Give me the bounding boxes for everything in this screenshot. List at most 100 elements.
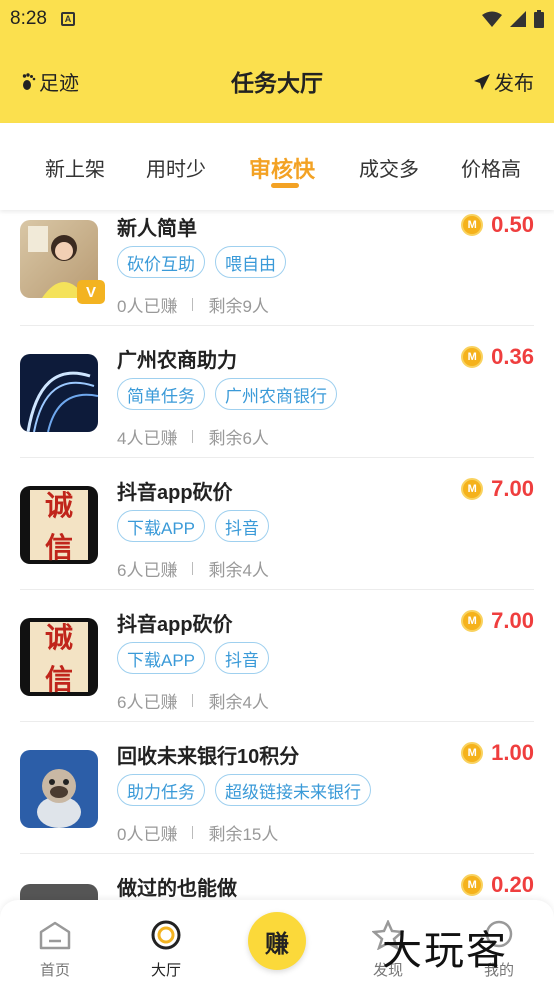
earn-button[interactable]: 赚: [248, 912, 306, 970]
earned-count: 0人已赚: [117, 297, 178, 316]
coin-icon: M: [461, 874, 484, 896]
task-title: 做过的也能做: [117, 878, 237, 900]
task-item[interactable]: 回收未来银行10积分 助力任务 超级链接未来银行 0人已赚 剩余15人 M 1.…: [0, 722, 554, 854]
task-tag: 简单任务: [117, 378, 205, 410]
tab-high-price[interactable]: 价格高: [461, 153, 521, 182]
task-tags: 砍价互助 喂自由: [117, 246, 286, 278]
tab-less-time[interactable]: 用时少: [146, 153, 206, 182]
tab-fast-review[interactable]: 审核快: [249, 152, 315, 184]
watermark-logo: 大玩客: [382, 928, 508, 974]
task-price: M 7.00: [461, 608, 534, 634]
target-icon: [151, 920, 181, 950]
remaining-count: 剩余4人: [208, 693, 269, 712]
meta-divider: [192, 430, 194, 443]
remaining-count: 剩余15人: [208, 825, 279, 844]
battery-icon: [534, 10, 544, 28]
earned-count: 6人已赚: [117, 561, 178, 580]
nav-label: 大厅: [150, 962, 181, 979]
task-price: M 7.00: [461, 476, 534, 502]
remaining-count: 剩余9人: [208, 297, 269, 316]
coin-icon: M: [461, 610, 484, 632]
task-item[interactable]: 做过的也能做 M 0.20: [0, 854, 554, 900]
coin-icon: M: [461, 478, 484, 500]
tab-most-deals[interactable]: 成交多: [359, 153, 419, 182]
coin-icon: M: [461, 346, 484, 368]
task-tag: 下载APP: [117, 510, 206, 542]
task-price: M 0.20: [461, 872, 534, 898]
seal-char: 信: [44, 663, 73, 696]
price-value: 0.20: [491, 872, 534, 897]
task-meta: 0人已赚 剩余9人: [117, 292, 269, 317]
price-value: 7.00: [491, 476, 534, 501]
task-thumbnail: 诚 信: [20, 618, 98, 696]
coin-icon: M: [461, 742, 484, 764]
publish-label: 发布: [494, 73, 534, 95]
task-thumbnail: [20, 750, 98, 828]
price-value: 0.50: [491, 212, 534, 237]
coin-icon: M: [461, 214, 484, 236]
task-tags: 助力任务 超级链接未来银行: [117, 774, 371, 806]
task-tags: 下载APP 抖音: [117, 510, 270, 542]
signal-icon: [510, 11, 526, 27]
task-item[interactable]: V 新人简单 砍价互助 喂自由 0人已赚 剩余9人 M 0.50: [0, 210, 554, 326]
page-title: 任务大厅: [231, 70, 323, 96]
task-list: V 新人简单 砍价互助 喂自由 0人已赚 剩余9人 M 0.50 广州农商助力 …: [0, 210, 554, 900]
task-item[interactable]: 广州农商助力 简单任务 广州农商银行 4人已赚 剩余6人 M 0.36: [0, 326, 554, 458]
task-title: 广州农商助力: [117, 350, 237, 372]
task-meta: 4人已赚 剩余6人: [117, 424, 269, 449]
wifi-icon: [482, 11, 502, 27]
task-tag: 抖音: [215, 642, 270, 674]
task-tag: 助力任务: [117, 774, 205, 806]
task-title: 抖音app砍价: [117, 614, 233, 636]
seal-char: 诚: [44, 489, 73, 522]
price-value: 0.36: [491, 344, 534, 369]
task-price: M 1.00: [461, 740, 534, 766]
earned-count: 6人已赚: [117, 693, 178, 712]
task-thumbnail: [20, 354, 98, 432]
status-bar: 8:28 A: [0, 0, 554, 38]
status-time: 8:28: [10, 8, 47, 29]
task-thumbnail: [20, 884, 98, 900]
task-tag: 下载APP: [117, 642, 206, 674]
task-tags: 简单任务 广州农商银行: [117, 378, 337, 410]
task-tag: 喂自由: [215, 246, 286, 278]
task-title: 抖音app砍价: [117, 482, 233, 504]
earned-count: 0人已赚: [117, 825, 178, 844]
vip-badge-icon: V: [77, 280, 105, 304]
task-thumbnail: 诚 信: [20, 486, 98, 564]
publish-button[interactable]: 发布: [474, 67, 534, 96]
home-icon: [39, 921, 71, 950]
task-tag: 超级链接未来银行: [215, 774, 371, 806]
price-value: 1.00: [491, 740, 534, 765]
app-header: 足迹 任务大厅 发布: [0, 38, 554, 123]
meta-divider: [192, 826, 194, 839]
nav-home[interactable]: 首页: [25, 920, 85, 980]
notification-icon: A: [60, 12, 75, 26]
task-meta: 6人已赚 剩余4人: [117, 556, 269, 581]
sort-tabs: 新上架 用时少 审核快 成交多 价格高: [0, 123, 554, 210]
seal-char: 诚: [44, 621, 73, 654]
seal-image: 诚 信: [30, 621, 88, 696]
task-tag: 砍价互助: [117, 246, 205, 278]
task-tag: 广州农商银行: [215, 378, 337, 410]
task-item[interactable]: 诚 信 抖音app砍价 下载APP 抖音 6人已赚 剩余4人 M 7.00: [0, 590, 554, 722]
task-item[interactable]: 诚 信 抖音app砍价 下载APP 抖音 6人已赚 剩余4人 M 7.00: [0, 458, 554, 590]
task-tag: 抖音: [215, 510, 270, 542]
nav-hall[interactable]: 大厅: [136, 920, 196, 980]
send-icon: [474, 73, 490, 90]
nav-label: 首页: [39, 962, 70, 979]
meta-divider: [192, 562, 194, 575]
meta-divider: [192, 298, 194, 311]
task-price: M 0.50: [461, 212, 534, 238]
task-title: 回收未来银行10积分: [117, 746, 300, 768]
active-tab-indicator: [271, 183, 299, 188]
task-title: 新人简单: [117, 218, 197, 240]
task-price: M 0.36: [461, 344, 534, 370]
tab-new[interactable]: 新上架: [45, 153, 105, 182]
task-meta: 0人已赚 剩余15人: [117, 820, 278, 845]
remaining-count: 剩余6人: [208, 429, 269, 448]
price-value: 7.00: [491, 608, 534, 633]
task-meta: 6人已赚 剩余4人: [117, 688, 269, 713]
seal-image: 诚 信: [30, 489, 88, 564]
status-icons: [482, 10, 544, 28]
